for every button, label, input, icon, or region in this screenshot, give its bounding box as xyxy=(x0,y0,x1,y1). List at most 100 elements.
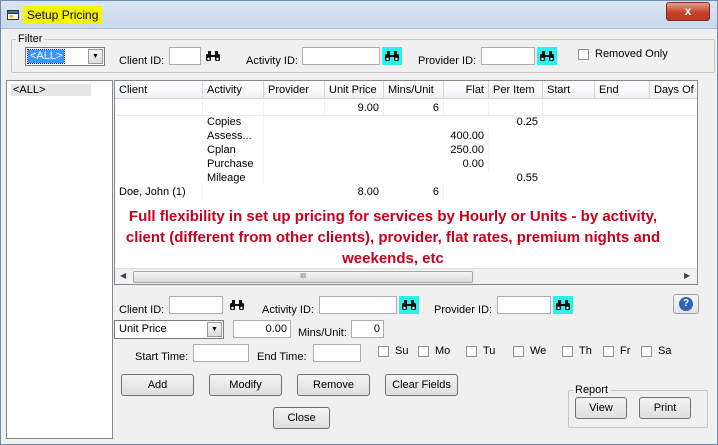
editor-activity-search-binoculars-icon[interactable] xyxy=(399,296,419,314)
cell-client: Doe, John (1) xyxy=(115,185,203,199)
editor-provider-search-binoculars-icon[interactable] xyxy=(553,296,573,314)
filter-client-search-binoculars-icon[interactable] xyxy=(203,47,223,65)
table-row[interactable]: Purchase 0.00 xyxy=(115,157,697,171)
chevron-down-icon[interactable]: ▼ xyxy=(207,322,222,337)
filter-activity-id-input[interactable] xyxy=(302,47,380,65)
cell-per-item: 0.55 xyxy=(489,171,543,185)
scroll-left-arrow-icon[interactable]: ◀ xyxy=(120,271,126,280)
removed-only-label: Removed Only xyxy=(595,48,668,60)
filter-activity-id-label: Activity ID: xyxy=(246,55,298,67)
cell-per-item xyxy=(489,101,543,115)
col-header-days-of[interactable]: Days Of xyxy=(650,81,697,99)
close-button[interactable]: Close xyxy=(273,407,330,429)
day-checkbox-fr[interactable] xyxy=(603,346,614,357)
pricing-type-value: Unit Price xyxy=(119,323,167,335)
client-tree-list[interactable]: <ALL> xyxy=(6,80,113,439)
cell-provider xyxy=(264,101,325,115)
table-row[interactable]: Mileage 0.55 xyxy=(115,171,697,185)
end-time-input[interactable] xyxy=(313,344,361,362)
end-time-label: End Time: xyxy=(257,351,307,363)
filter-client-id-input[interactable] xyxy=(169,47,201,65)
day-label-th: Th xyxy=(579,345,592,357)
editor-activity-id-input[interactable] xyxy=(319,296,397,314)
col-header-end[interactable]: End xyxy=(595,81,650,99)
mins-unit-input[interactable] xyxy=(351,320,384,338)
day-label-tu: Tu xyxy=(483,345,496,357)
day-checkbox-we[interactable] xyxy=(513,346,524,357)
start-time-input[interactable] xyxy=(193,344,249,362)
col-header-unit-price[interactable]: Unit Price xyxy=(325,81,384,99)
scroll-thumb[interactable]: III xyxy=(133,271,473,283)
grid-header: Client Activity Provider Unit Price Mins… xyxy=(115,81,697,99)
cell-activity: Assess... xyxy=(203,129,264,143)
table-row[interactable]: Assess... 400.00 xyxy=(115,129,697,143)
cell-activity: Copies xyxy=(203,115,264,129)
cell-activity: Purchase xyxy=(203,157,264,171)
day-label-su: Su xyxy=(395,345,409,357)
editor-provider-id-label: Provider ID: xyxy=(434,304,493,316)
table-row[interactable]: Doe, John (1) 8.00 6 xyxy=(115,185,697,199)
help-button[interactable]: ? xyxy=(673,294,699,314)
add-button[interactable]: Add xyxy=(121,374,194,396)
window-close-button[interactable]: x xyxy=(666,2,710,21)
cell-flat: 0.00 xyxy=(444,157,489,171)
window-title: Setup Pricing xyxy=(23,6,103,24)
table-row[interactable]: 9.00 6 xyxy=(115,101,697,115)
editor-activity-id-label: Activity ID: xyxy=(262,304,314,316)
removed-only-checkbox[interactable] xyxy=(578,49,589,60)
day-checkbox-su[interactable] xyxy=(378,346,389,357)
remove-button[interactable]: Remove xyxy=(297,374,370,396)
start-time-label: Start Time: xyxy=(135,351,189,363)
editor-client-id-label: Client ID: xyxy=(119,304,165,316)
cell-flat xyxy=(444,101,489,115)
day-label-mo: Mo xyxy=(435,345,451,357)
view-report-button[interactable]: View xyxy=(575,397,627,419)
day-label-sa: Sa xyxy=(658,345,672,357)
day-checkbox-tu[interactable] xyxy=(466,346,477,357)
col-header-activity[interactable]: Activity xyxy=(203,81,264,99)
filter-provider-search-binoculars-icon[interactable] xyxy=(537,47,557,65)
print-report-button[interactable]: Print xyxy=(639,397,691,419)
day-checkbox-mo[interactable] xyxy=(418,346,429,357)
day-checkbox-sa[interactable] xyxy=(641,346,652,357)
filter-legend: Filter xyxy=(18,33,43,45)
col-header-start[interactable]: Start xyxy=(543,81,595,99)
filter-provider-id-input[interactable] xyxy=(481,47,535,65)
day-label-fr: Fr xyxy=(620,345,631,357)
cell-mins-unit: 6 xyxy=(384,185,444,199)
modify-button[interactable]: Modify xyxy=(209,374,282,396)
editor-provider-id-input[interactable] xyxy=(497,296,551,314)
scroll-right-arrow-icon[interactable]: ▶ xyxy=(684,271,690,280)
editor-client-id-input[interactable] xyxy=(169,296,223,314)
mins-unit-label: Mins/Unit: xyxy=(298,327,347,339)
day-label-we: We xyxy=(530,345,547,357)
cell-client xyxy=(115,101,203,115)
col-header-mins-unit[interactable]: Mins/Unit xyxy=(384,81,444,99)
chevron-down-icon[interactable]: ▼ xyxy=(88,49,103,64)
report-legend: Report xyxy=(575,384,609,396)
pricing-type-select[interactable]: Unit Price ▼ xyxy=(114,320,224,339)
cell-flat: 250.00 xyxy=(444,143,489,157)
cell-flat: 400.00 xyxy=(444,129,489,143)
cell-mins-unit: 6 xyxy=(384,101,444,115)
col-header-per-item[interactable]: Per Item xyxy=(489,81,543,99)
clear-fields-button[interactable]: Clear Fields xyxy=(385,374,458,396)
filter-client-id-label: Client ID: xyxy=(119,55,165,67)
cell-activity xyxy=(203,101,264,115)
cell-unit-price: 9.00 xyxy=(325,101,384,115)
filter-activity-search-binoculars-icon[interactable] xyxy=(382,47,402,65)
price-input[interactable] xyxy=(233,320,291,338)
promo-annotation-text: Full flexibility in set up pricing for s… xyxy=(125,208,661,267)
grid-horizontal-scrollbar[interactable]: ◀ III ▶ xyxy=(115,268,697,284)
filter-combo-value: <ALL> xyxy=(26,49,66,64)
editor-client-search-binoculars-icon[interactable] xyxy=(227,296,247,314)
table-row[interactable]: Cplan 250.00 xyxy=(115,143,697,157)
tree-item-all[interactable]: <ALL> xyxy=(11,84,91,96)
col-header-client[interactable]: Client xyxy=(115,81,203,99)
day-checkbox-th[interactable] xyxy=(562,346,573,357)
col-header-provider[interactable]: Provider xyxy=(264,81,325,99)
title-bar[interactable]: Setup Pricing x xyxy=(1,1,717,29)
table-row[interactable]: Copies 0.25 xyxy=(115,115,697,129)
filter-combo[interactable]: <ALL> ▼ xyxy=(25,47,105,66)
col-header-flat[interactable]: Flat xyxy=(444,81,489,99)
